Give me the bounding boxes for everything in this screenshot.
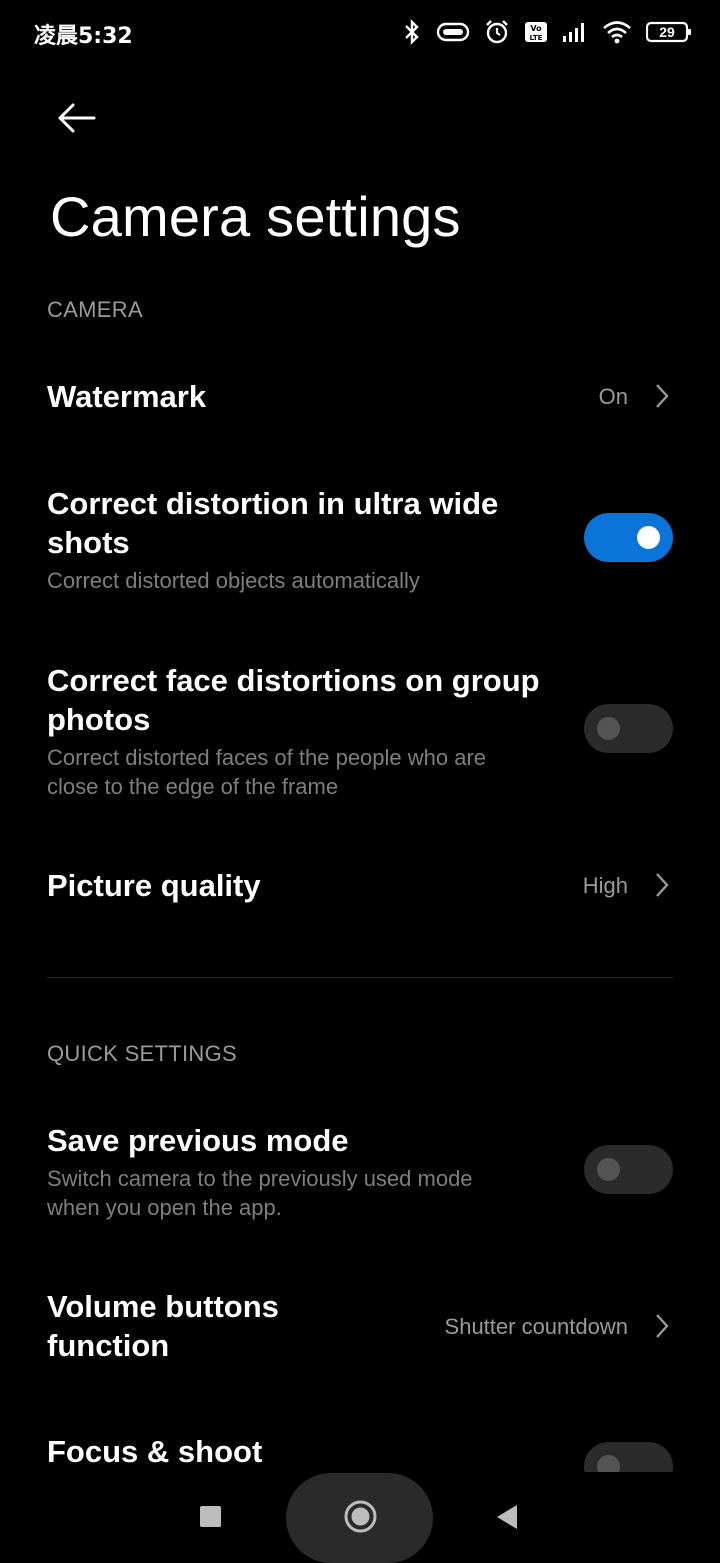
alarm-icon [484, 19, 510, 45]
watermark-label: Watermark [47, 379, 207, 414]
face-distortion-toggle[interactable] [584, 704, 673, 753]
face-distortion-row[interactable]: Correct face distortions on group photos… [0, 650, 720, 810]
recents-square-icon[interactable] [200, 1506, 221, 1527]
chevron-right-icon [656, 1314, 669, 1338]
back-triangle-icon[interactable] [495, 1503, 519, 1531]
wifi-icon [602, 20, 632, 44]
status-time: 凌晨5:32 [34, 24, 133, 49]
section-title-quick-settings: QUICK SETTINGS [47, 1041, 237, 1066]
face-distortion-description-line1: Correct distorted faces of the people wh… [47, 745, 487, 770]
section-title-camera: CAMERA [47, 297, 143, 322]
chevron-right-icon [656, 384, 669, 408]
picture-quality-value: High [582, 873, 628, 898]
save-previous-mode-toggle[interactable] [584, 1145, 673, 1194]
battery-icon: 29 [646, 21, 692, 43]
section-divider [47, 977, 673, 978]
ultra-wide-correction-row[interactable]: Correct distortion in ultra wide shots C… [0, 470, 720, 610]
vibrate-icon [436, 21, 470, 43]
ultra-wide-label-line1: Correct distortion in ultra wide [47, 486, 499, 521]
picture-quality-row[interactable]: Picture quality High [0, 840, 720, 934]
save-previous-mode-description-line1: Switch camera to the previously used mod… [47, 1166, 473, 1191]
bluetooth-icon [402, 19, 422, 45]
picture-quality-label: Picture quality [47, 868, 261, 903]
save-previous-mode-row[interactable]: Save previous mode Switch camera to the … [0, 1110, 720, 1235]
focus-shoot-label: Focus & shoot [47, 1434, 263, 1469]
volume-buttons-label-line2: function [47, 1328, 170, 1363]
save-previous-mode-label: Save previous mode [47, 1123, 349, 1158]
volume-buttons-row[interactable]: Volume buttons function Shutter countdow… [0, 1275, 720, 1385]
face-distortion-description-line2: close to the edge of the frame [47, 774, 339, 799]
watermark-row[interactable]: Watermark On [0, 350, 720, 444]
chevron-right-icon [656, 873, 669, 897]
page-title: Camera settings [50, 185, 461, 248]
face-distortion-label-line1: Correct face distortions on group [47, 663, 540, 698]
volte-icon: Vo LTE [524, 21, 548, 43]
back-button[interactable] [50, 96, 106, 140]
home-circle-icon[interactable] [343, 1499, 378, 1534]
volume-buttons-label-line1: Volume buttons [47, 1289, 279, 1324]
status-icons: Vo LTE 29 [402, 16, 692, 48]
save-previous-mode-description-line2: when you open the app. [47, 1195, 282, 1220]
toggle-knob [597, 1158, 620, 1181]
toggle-knob [637, 526, 660, 549]
ultra-wide-description: Correct distorted objects automatically [47, 568, 420, 593]
signal-icon [562, 21, 588, 43]
toggle-knob [597, 717, 620, 740]
volume-buttons-value: Shutter countdown [444, 1314, 628, 1339]
ultra-wide-toggle[interactable] [584, 513, 673, 562]
watermark-value: On [598, 384, 628, 409]
svg-text:Vo: Vo [530, 24, 542, 33]
face-distortion-label-line2: photos [47, 702, 151, 737]
svg-text:LTE: LTE [530, 34, 543, 42]
ultra-wide-label-line2: shots [47, 525, 130, 560]
back-arrow-icon [58, 103, 96, 133]
battery-level: 29 [659, 24, 675, 40]
